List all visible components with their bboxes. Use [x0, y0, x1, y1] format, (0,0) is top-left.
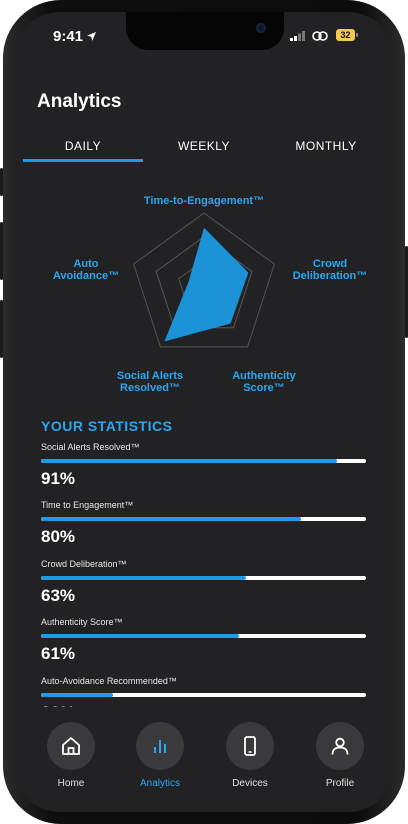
- tab-monthly[interactable]: MONTHLY: [266, 139, 386, 159]
- tab-daily[interactable]: DAILY: [23, 139, 143, 159]
- radar-label-line: Score™: [243, 382, 285, 394]
- battery-indicator: 32: [336, 29, 355, 41]
- nav-icon-circle: [316, 722, 364, 770]
- radar-label-line: Auto: [73, 258, 99, 270]
- radar-label-line: Social Alerts: [116, 370, 184, 382]
- signal-icon: [290, 31, 305, 41]
- progress-fill: [41, 634, 240, 638]
- progress-track: [41, 693, 366, 697]
- bar-chart-icon: [154, 740, 166, 753]
- nav-home[interactable]: Home: [31, 722, 111, 789]
- radar-label-social-alerts-resolved: Social Alerts Resolved™: [100, 370, 200, 394]
- nav-icon-circle: [136, 722, 184, 770]
- nav-icon-circle: [47, 722, 95, 770]
- statistics-heading: YOUR STATISTICS: [41, 418, 173, 434]
- radar-chart: Time-to-Engagement™ Crowd Deliberation™ …: [14, 182, 394, 402]
- nav-analytics[interactable]: Analytics: [120, 722, 200, 789]
- nav-label: Profile: [325, 778, 355, 789]
- progress-fill: [41, 576, 246, 580]
- status-time: 9:41: [53, 28, 84, 45]
- location-arrow-icon: [87, 32, 96, 41]
- home-icon: [62, 737, 80, 755]
- progress-track: [41, 634, 366, 638]
- stat-value: 91%: [41, 469, 76, 488]
- radar-svg: [133, 212, 275, 348]
- volume-down-button: [0, 300, 3, 358]
- person-icon: [331, 737, 349, 755]
- stat-label: Crowd Deliberation™: [41, 559, 127, 569]
- progress-track: [41, 517, 366, 521]
- stat-label: Time to Engagement™: [41, 500, 134, 510]
- stat-crowd-deliberation: Crowd Deliberation™ 63%: [41, 559, 366, 606]
- progress-fill: [41, 459, 337, 463]
- phone-icon: [244, 736, 256, 756]
- active-tab-indicator: [23, 159, 143, 162]
- stat-label: Auto-Avoidance Recommended™: [41, 676, 177, 686]
- radar-label-authenticity-score: Authenticity Score™: [214, 370, 314, 394]
- radar-label-line: Avoidance™: [52, 270, 120, 282]
- nav-devices[interactable]: Devices: [210, 722, 290, 789]
- camera: [256, 23, 266, 33]
- nav-label: Home: [57, 778, 85, 789]
- progress-fill: [41, 517, 301, 521]
- stat-value: 63%: [41, 586, 76, 605]
- page-title: Analytics: [37, 91, 122, 112]
- tab-weekly[interactable]: WEEKLY: [144, 139, 264, 159]
- progress-fill: [41, 693, 113, 697]
- radar-label-time-to-engagement: Time-to-Engagement™: [124, 195, 284, 207]
- radar-data-area: [164, 227, 249, 342]
- progress-track: [41, 576, 366, 580]
- stat-authenticity-score: Authenticity Score™ 61%: [41, 617, 366, 664]
- bottom-navigation: Home Analytics Devices Profile: [14, 707, 394, 812]
- nav-icon-circle: [226, 722, 274, 770]
- app-screen: 9:41 32 Analytics DAILY WEEKLY MONTHLY T…: [14, 12, 394, 812]
- notch: [126, 12, 284, 50]
- radar-label-line: Resolved™: [120, 382, 180, 394]
- radar-label-auto-avoidance: Auto Avoidance™: [36, 258, 136, 282]
- nav-label: Analytics: [139, 778, 180, 789]
- stat-social-alerts: Social Alerts Resolved™ 91%: [41, 442, 366, 489]
- nav-label: Devices: [232, 778, 268, 789]
- stat-value: 61%: [41, 644, 76, 663]
- stat-value: 80%: [41, 527, 76, 546]
- progress-track: [41, 459, 366, 463]
- link-icon: [312, 31, 328, 41]
- radar-label-crowd-deliberation: Crowd Deliberation™: [280, 258, 380, 282]
- mute-switch: [0, 168, 3, 196]
- volume-up-button: [0, 222, 3, 280]
- stat-label: Social Alerts Resolved™: [41, 442, 140, 452]
- radar-label-line: Deliberation™: [292, 270, 368, 282]
- stat-label: Authenticity Score™: [41, 617, 123, 627]
- stat-time-to-engagement: Time to Engagement™ 80%: [41, 500, 366, 547]
- radar-label-line: Time-to-Engagement™: [143, 195, 265, 207]
- battery-tip: [356, 33, 358, 37]
- nav-profile[interactable]: Profile: [300, 722, 380, 789]
- radar-label-line: Crowd: [312, 258, 348, 270]
- radar-label-line: Authenticity: [232, 370, 296, 382]
